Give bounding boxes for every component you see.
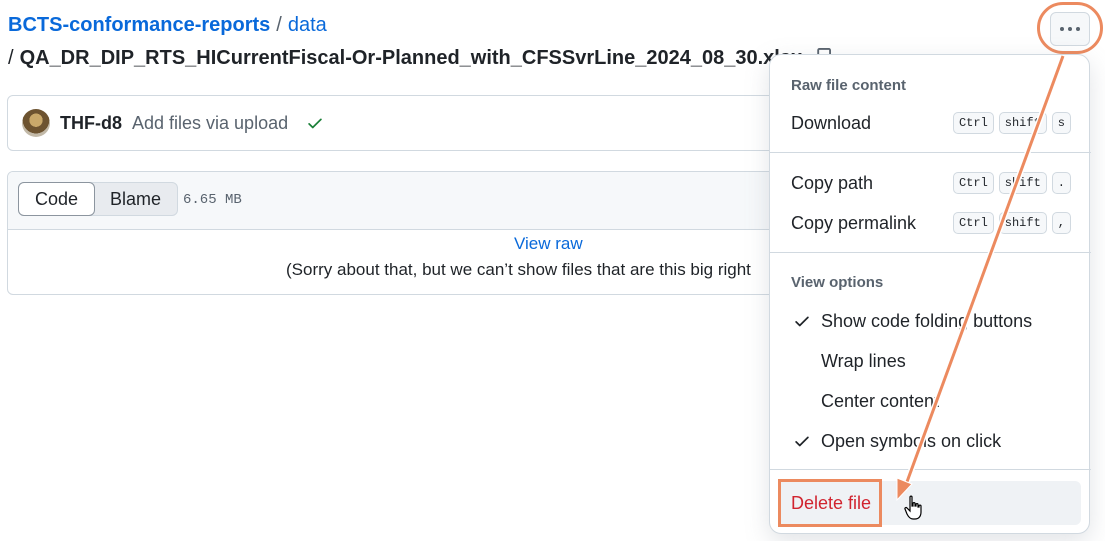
file-path: / QA_DR_DIP_RTS_HICurrentFiscal-Or-Plann… (8, 45, 832, 71)
menu-divider (770, 469, 1091, 470)
hand-cursor-icon (904, 495, 922, 520)
more-options-menu: Raw file content Download Ctrl shift s C… (769, 54, 1091, 534)
option-label: Open symbols on click (821, 430, 1002, 451)
view-toggle: Code Blame (18, 182, 179, 216)
tab-blame[interactable]: Blame (94, 183, 177, 215)
copy-permalink-shortcut: Ctrl shift , (952, 212, 1071, 234)
file-name: QA_DR_DIP_RTS_HICurrentFiscal-Or-Planned… (19, 47, 803, 69)
key: . (1051, 172, 1071, 194)
download-shortcut: Ctrl shift s (952, 112, 1071, 134)
file-size: 6.65 MB (183, 192, 242, 208)
delete-highlight-box (778, 479, 882, 527)
copy-path-item[interactable]: Copy path Ctrl shift . (770, 165, 1091, 201)
copy-path-label: Copy path (791, 172, 874, 193)
menu-divider (770, 152, 1091, 153)
check-icon (795, 436, 809, 447)
commit-author[interactable]: THF-d8 (60, 113, 122, 134)
path-separator: / (8, 47, 14, 69)
avatar[interactable] (22, 109, 50, 137)
key: s (1051, 112, 1071, 134)
copy-path-shortcut: Ctrl shift . (952, 172, 1071, 194)
option-label: Show code folding buttons (821, 310, 1033, 331)
more-options-button[interactable] (1050, 12, 1090, 46)
check-icon (795, 316, 809, 327)
key: Ctrl (952, 212, 994, 234)
view-options-title: View options (791, 274, 884, 291)
directory-link[interactable]: data (288, 14, 327, 36)
key: Ctrl (952, 172, 994, 194)
too-big-notice: (Sorry about that, but we can’t show fil… (286, 260, 751, 279)
option-label: Center content (821, 390, 940, 411)
menu-divider (770, 252, 1091, 253)
option-label: Wrap lines (821, 350, 906, 371)
option-open-symbols[interactable]: Open symbols on click (770, 423, 1091, 459)
copy-permalink-item[interactable]: Copy permalink Ctrl shift , (770, 205, 1091, 241)
key: Ctrl (952, 112, 994, 134)
file-view: Code Blame 6.65 MB View raw (Sorry about… (7, 171, 797, 295)
breadcrumb-separator: / (276, 14, 282, 36)
key: shift (998, 212, 1047, 234)
breadcrumb: BCTS-conformance-reports / data (8, 12, 327, 38)
option-code-folding[interactable]: Show code folding buttons (770, 303, 1091, 339)
repo-link[interactable]: BCTS-conformance-reports (8, 14, 270, 36)
key: shift (998, 172, 1047, 194)
download-item[interactable]: Download Ctrl shift s (770, 105, 1091, 141)
key: , (1051, 212, 1071, 234)
tab-code[interactable]: Code (18, 182, 96, 216)
view-raw-link[interactable]: View raw (514, 234, 583, 254)
raw-group-title: Raw file content (791, 77, 907, 94)
copy-permalink-label: Copy permalink (791, 212, 917, 233)
key: shift (998, 112, 1047, 134)
option-center-content[interactable]: Center content (770, 383, 1091, 419)
option-wrap-lines[interactable]: Wrap lines (770, 343, 1091, 379)
commit-message[interactable]: Add files via upload (132, 113, 288, 134)
file-header: Code Blame 6.65 MB (8, 172, 796, 230)
latest-commit: THF-d8 Add files via upload (7, 95, 797, 151)
kebab-horizontal-icon (1060, 27, 1080, 31)
download-label: Download (791, 112, 872, 133)
check-icon (308, 118, 322, 129)
